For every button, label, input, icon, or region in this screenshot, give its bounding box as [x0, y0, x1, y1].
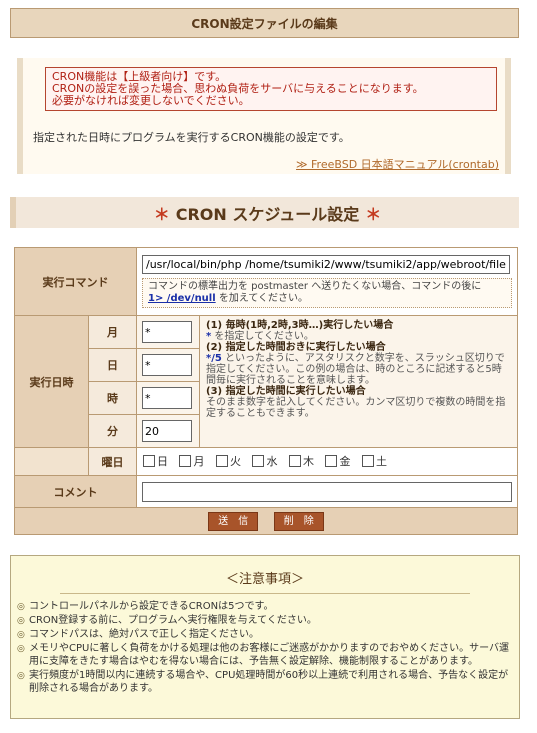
- comment-label: コメント: [14, 475, 137, 508]
- checkbox-icon[interactable]: [252, 455, 265, 467]
- warning-line: 必要がなければ変更しないでください。: [52, 94, 250, 107]
- info-panel: CRON機能は【上級者向け】です。 CRONの設定を誤った場合、思わぬ負荷をサー…: [17, 58, 511, 174]
- notes-list: ◎ コントロールパネルから設定できるCRONは5つです。 ◎ CRON登録する前に、…: [11, 600, 519, 695]
- weekday-thu[interactable]: 木: [288, 453, 314, 469]
- note-item: ◎ コントロールパネルから設定できるCRONは5つです。: [17, 601, 274, 612]
- note-item: ◎ 実行頻度が1時間以内に連続する場合や、CPU処理時間が60秒以上連続で利用され…: [17, 670, 509, 694]
- minute-input[interactable]: [141, 420, 192, 442]
- warning-box: CRON機能は【上級者向け】です。 CRONの設定を誤った場合、思わぬ負荷をサー…: [45, 67, 497, 111]
- checkbox-icon[interactable]: [361, 455, 374, 467]
- checkbox-icon[interactable]: [288, 455, 301, 467]
- button-bar: 送 信 削 除: [14, 507, 518, 535]
- weekday-label: 曜日: [88, 447, 137, 476]
- month-label: 月: [88, 315, 137, 349]
- command-label: 実行コマンド: [14, 247, 137, 316]
- day-input[interactable]: [141, 354, 192, 376]
- page-title: CRON設定ファイルの編集: [191, 16, 338, 31]
- notes-title: ＜注意事項＞: [225, 572, 304, 587]
- day-label: 日: [88, 348, 137, 382]
- dev-null-code: 1> /dev/null: [147, 293, 216, 304]
- weekday-sun[interactable]: 日: [142, 453, 168, 469]
- star-icon: ＊: [365, 204, 382, 224]
- schedule-title: ＊ CRON スケジュール設定 ＊: [10, 197, 519, 228]
- checkbox-icon[interactable]: [142, 455, 155, 467]
- page-header: CRON設定ファイルの編集: [10, 8, 519, 38]
- note-item: ◎ メモリやCPUに著しく負荷をかける処理は他のお客様にご迷惑がかかりますのでおや…: [17, 643, 510, 667]
- checkbox-icon[interactable]: [179, 455, 192, 467]
- manual-link[interactable]: ≫ FreeBSD 日本語マニュアル(crontab): [296, 156, 499, 172]
- note-item: ◎ コマンドパスは、絶対パスで正しく指定ください。: [17, 629, 259, 640]
- notes-panel: ＜注意事項＞ ◎ コントロールパネルから設定できるCRONは5つです。 ◎ CRON…: [10, 555, 520, 719]
- note-bullet-icon: ◎: [17, 616, 25, 626]
- datetime-label: 実行日時: [13, 315, 90, 448]
- minute-label: 分: [88, 414, 137, 448]
- comment-input[interactable]: [141, 481, 512, 502]
- hour-input[interactable]: [141, 387, 192, 409]
- delete-button[interactable]: 削 除: [273, 511, 324, 531]
- submit-button[interactable]: 送 信: [208, 511, 259, 531]
- weekday-wed[interactable]: 水: [252, 453, 277, 469]
- command-input[interactable]: [141, 255, 510, 274]
- description: 指定された日時にプログラムを実行するCRON機能の設定です。: [33, 131, 350, 144]
- weekday-checkboxes: 日 月 火 水 木 金 土: [135, 447, 519, 476]
- month-input[interactable]: [141, 321, 192, 343]
- note-bullet-icon: ◎: [17, 644, 25, 654]
- note-bullet-icon: ◎: [17, 630, 25, 640]
- notes-divider: [60, 593, 470, 594]
- star-icon: ＊: [153, 204, 170, 224]
- hour-label: 時: [88, 381, 137, 415]
- weekday-sat[interactable]: 土: [361, 453, 387, 469]
- note-item: ◎ CRON登録する前に、プログラムへ実行権限を与えてください。: [17, 615, 317, 626]
- note-bullet-icon: ◎: [17, 671, 25, 681]
- weekday-fri[interactable]: 金: [325, 453, 350, 469]
- schedule-title-text: CRON スケジュール設定: [175, 204, 360, 224]
- note-bullet-icon: ◎: [17, 602, 25, 612]
- weekday-tue[interactable]: 火: [215, 453, 241, 469]
- command-note: コマンドの標準出力を postmaster へ送りたくない場合、コマンドの後に …: [141, 278, 512, 308]
- checkbox-icon[interactable]: [215, 455, 228, 467]
- checkbox-icon[interactable]: [325, 455, 338, 467]
- weekday-mon[interactable]: 月: [179, 453, 204, 469]
- schedule-help: (1) 毎時(1時,2時,3時…)実行したい場合 * を指定してください。 (2…: [199, 315, 518, 448]
- cron-form: 実行コマンド コマンドの標準出力を postmaster へ送りたくない場合、コ…: [13, 247, 519, 535]
